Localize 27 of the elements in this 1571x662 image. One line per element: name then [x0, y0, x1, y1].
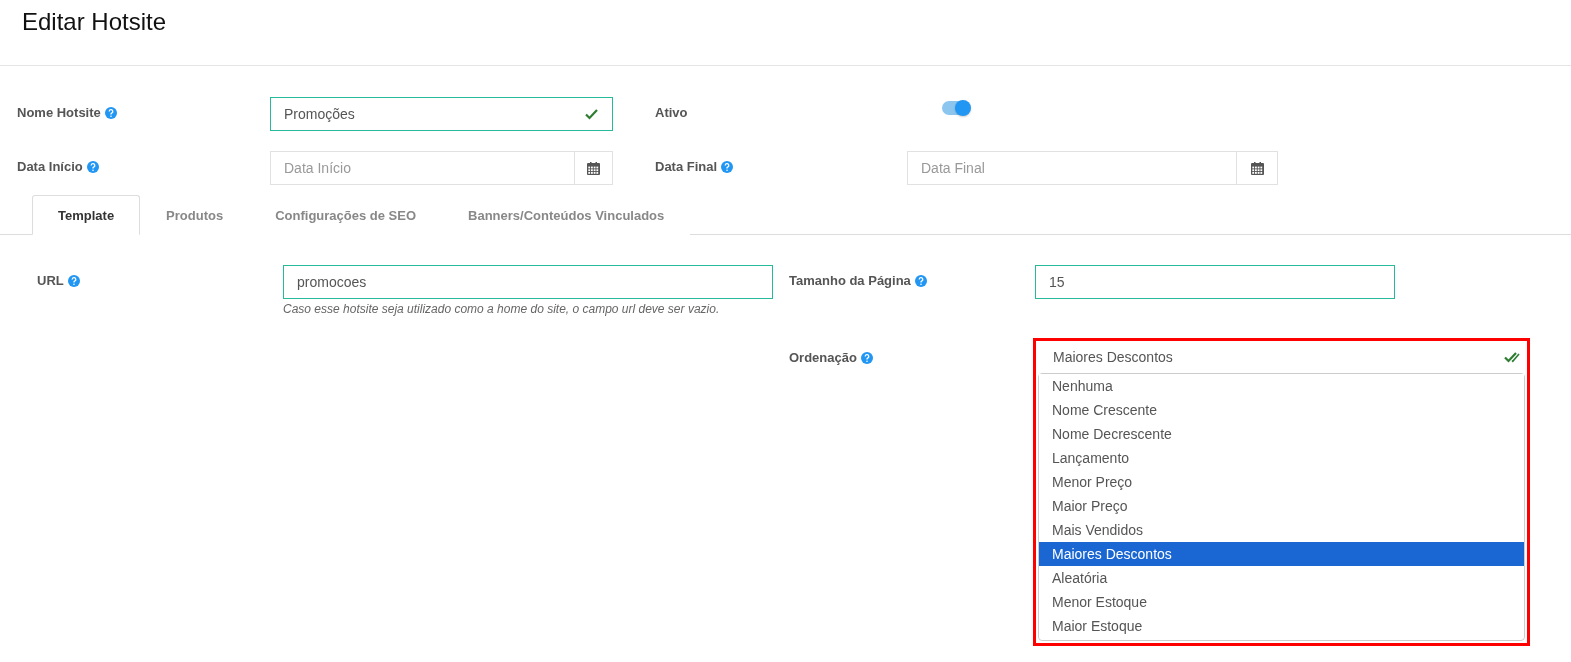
- page-size-field[interactable]: 15: [1035, 265, 1395, 299]
- calendar-button[interactable]: [1237, 151, 1278, 185]
- field-label: Tamanho da Página: [789, 273, 911, 288]
- field-label: Data Início: [17, 159, 83, 174]
- field-label: Nome Hotsite: [17, 105, 101, 120]
- text-field[interactable]: Promoções: [270, 97, 613, 131]
- help-icon: [104, 106, 117, 119]
- help-icon: [860, 351, 873, 364]
- field-label: URL: [37, 273, 64, 288]
- help-icon: [86, 160, 99, 173]
- tab[interactable]: Template: [32, 195, 141, 235]
- check-icon: [1504, 351, 1520, 363]
- help-icon: [914, 274, 927, 287]
- field-label: Ativo: [655, 105, 688, 120]
- help-text: Caso esse hotsite seja utilizado como a home do site, o campo url deve ser vazio.: [283, 302, 721, 316]
- calendar-button[interactable]: [575, 151, 613, 185]
- check-icon: [585, 108, 599, 120]
- calendar-icon: [1250, 161, 1264, 175]
- help-icon: [67, 274, 80, 287]
- dropdown-option[interactable]: Maiores Descontos: [1039, 542, 1524, 566]
- calendar-icon: [587, 161, 601, 175]
- field-label: Data Final: [655, 159, 718, 174]
- toggle-switch[interactable]: [942, 101, 970, 115]
- field-label: Ordenação: [789, 350, 857, 365]
- page-title: Editar Hotsite: [22, 8, 168, 36]
- help-icon: [721, 160, 734, 173]
- url-field[interactable]: promocoes: [283, 265, 773, 299]
